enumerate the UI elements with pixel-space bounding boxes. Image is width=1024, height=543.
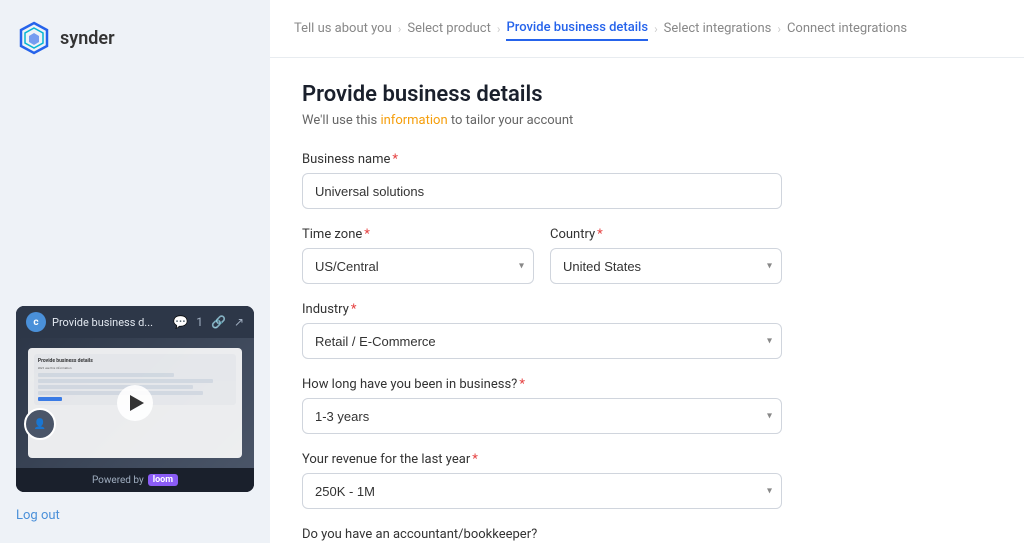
industry-select-wrapper: Retail / E-Commerce Technology Finance ▾ — [302, 323, 782, 359]
industry-group: Industry* Retail / E-Commerce Technology… — [302, 302, 992, 359]
play-button[interactable] — [117, 385, 153, 421]
step-select-product[interactable]: Select product — [407, 17, 491, 40]
revenue-required: * — [472, 452, 478, 467]
timezone-country-row: Time zone* US/Central US/Eastern US/Paci… — [302, 227, 992, 302]
accountant-group: Do you have an accountant/bookkeeper? Ye… — [302, 527, 992, 543]
industry-label: Industry* — [302, 302, 992, 317]
revenue-group: Your revenue for the last year* 250K - 1… — [302, 452, 992, 509]
video-avatar: c — [26, 312, 46, 332]
revenue-select[interactable]: 250K - 1M 0 - 50K 50K - 250K 1M+ — [302, 473, 782, 509]
comment-count: 1 — [196, 315, 203, 329]
powered-by-loom: Powered by loom — [92, 474, 178, 486]
link-icon[interactable]: 🔗 — [211, 315, 226, 329]
powered-by-text: Powered by — [92, 475, 144, 486]
step-sep-3: › — [654, 22, 658, 36]
page-title: Provide business details — [302, 82, 992, 107]
timezone-select-wrapper: US/Central US/Eastern US/Pacific ▾ — [302, 248, 534, 284]
industry-select[interactable]: Retail / E-Commerce Technology Finance — [302, 323, 782, 359]
subtitle-prefix: We'll use this — [302, 113, 380, 128]
timezone-select[interactable]: US/Central US/Eastern US/Pacific — [302, 248, 534, 284]
country-required: * — [597, 227, 603, 242]
step-select-integrations[interactable]: Select integrations — [664, 17, 772, 40]
step-sep-1: › — [398, 22, 402, 36]
logout-link[interactable]: Log out — [16, 508, 254, 523]
country-label: Country* — [550, 227, 782, 242]
business-name-input[interactable] — [302, 173, 782, 209]
step-sep-2: › — [497, 22, 501, 36]
subtitle-highlight: information — [380, 113, 447, 128]
video-user-avatar: 👤 — [24, 408, 56, 440]
business-duration-group: How long have you been in business?* 1-3… — [302, 377, 992, 434]
logo-area: synder — [16, 20, 254, 56]
business-duration-select[interactable]: 1-3 years Less than 1 year 3-5 years 5+ … — [302, 398, 782, 434]
main-content: Tell us about you › Select product › Pro… — [270, 0, 1024, 543]
step-provide-details[interactable]: Provide business details — [506, 16, 648, 41]
required-star: * — [392, 152, 398, 167]
revenue-select-wrapper: 250K - 1M 0 - 50K 50K - 250K 1M+ ▾ — [302, 473, 782, 509]
video-preview: c Provide business d... 💬 1 🔗 ↗ Provide … — [16, 306, 254, 492]
steps-nav: Tell us about you › Select product › Pro… — [270, 0, 1024, 58]
video-icons: 💬 1 🔗 ↗ — [173, 315, 244, 329]
country-select-wrapper: United States Canada United Kingdom ▾ — [550, 248, 782, 284]
chat-icon[interactable]: 💬 — [173, 315, 188, 329]
industry-required: * — [351, 302, 357, 317]
loom-brand: loom — [148, 474, 178, 486]
country-select[interactable]: United States Canada United Kingdom — [550, 248, 782, 284]
revenue-label: Your revenue for the last year* — [302, 452, 992, 467]
play-triangle-icon — [130, 395, 144, 411]
subtitle-suffix: to tailor your account — [448, 113, 574, 128]
step-tell-us[interactable]: Tell us about you — [294, 17, 392, 40]
timezone-group: Time zone* US/Central US/Eastern US/Paci… — [302, 227, 534, 284]
timezone-label: Time zone* — [302, 227, 534, 242]
video-top-bar: c Provide business d... 💬 1 🔗 ↗ — [16, 306, 254, 338]
synder-logo-icon — [16, 20, 52, 56]
duration-required: * — [519, 377, 525, 392]
step-connect-integrations[interactable]: Connect integrations — [787, 17, 907, 40]
country-group: Country* United States Canada United Kin… — [550, 227, 782, 284]
timezone-required: * — [364, 227, 370, 242]
form-area: Provide business details We'll use this … — [270, 58, 1024, 543]
video-bottom-bar: Powered by loom — [16, 468, 254, 492]
step-sep-4: › — [777, 22, 781, 36]
business-duration-select-wrapper: 1-3 years Less than 1 year 3-5 years 5+ … — [302, 398, 782, 434]
sidebar: synder c Provide business d... 💬 1 🔗 ↗ P… — [0, 0, 270, 543]
business-name-group: Business name* — [302, 152, 992, 209]
business-name-label: Business name* — [302, 152, 992, 167]
accountant-label: Do you have an accountant/bookkeeper? — [302, 527, 992, 542]
app-name: synder — [60, 28, 115, 49]
external-link-icon[interactable]: ↗ — [234, 315, 244, 329]
video-thumbnail: Provide business details We'll use this … — [16, 338, 254, 468]
page-subtitle: We'll use this information to tailor you… — [302, 113, 992, 128]
business-duration-label: How long have you been in business?* — [302, 377, 992, 392]
video-title: Provide business d... — [52, 316, 167, 329]
